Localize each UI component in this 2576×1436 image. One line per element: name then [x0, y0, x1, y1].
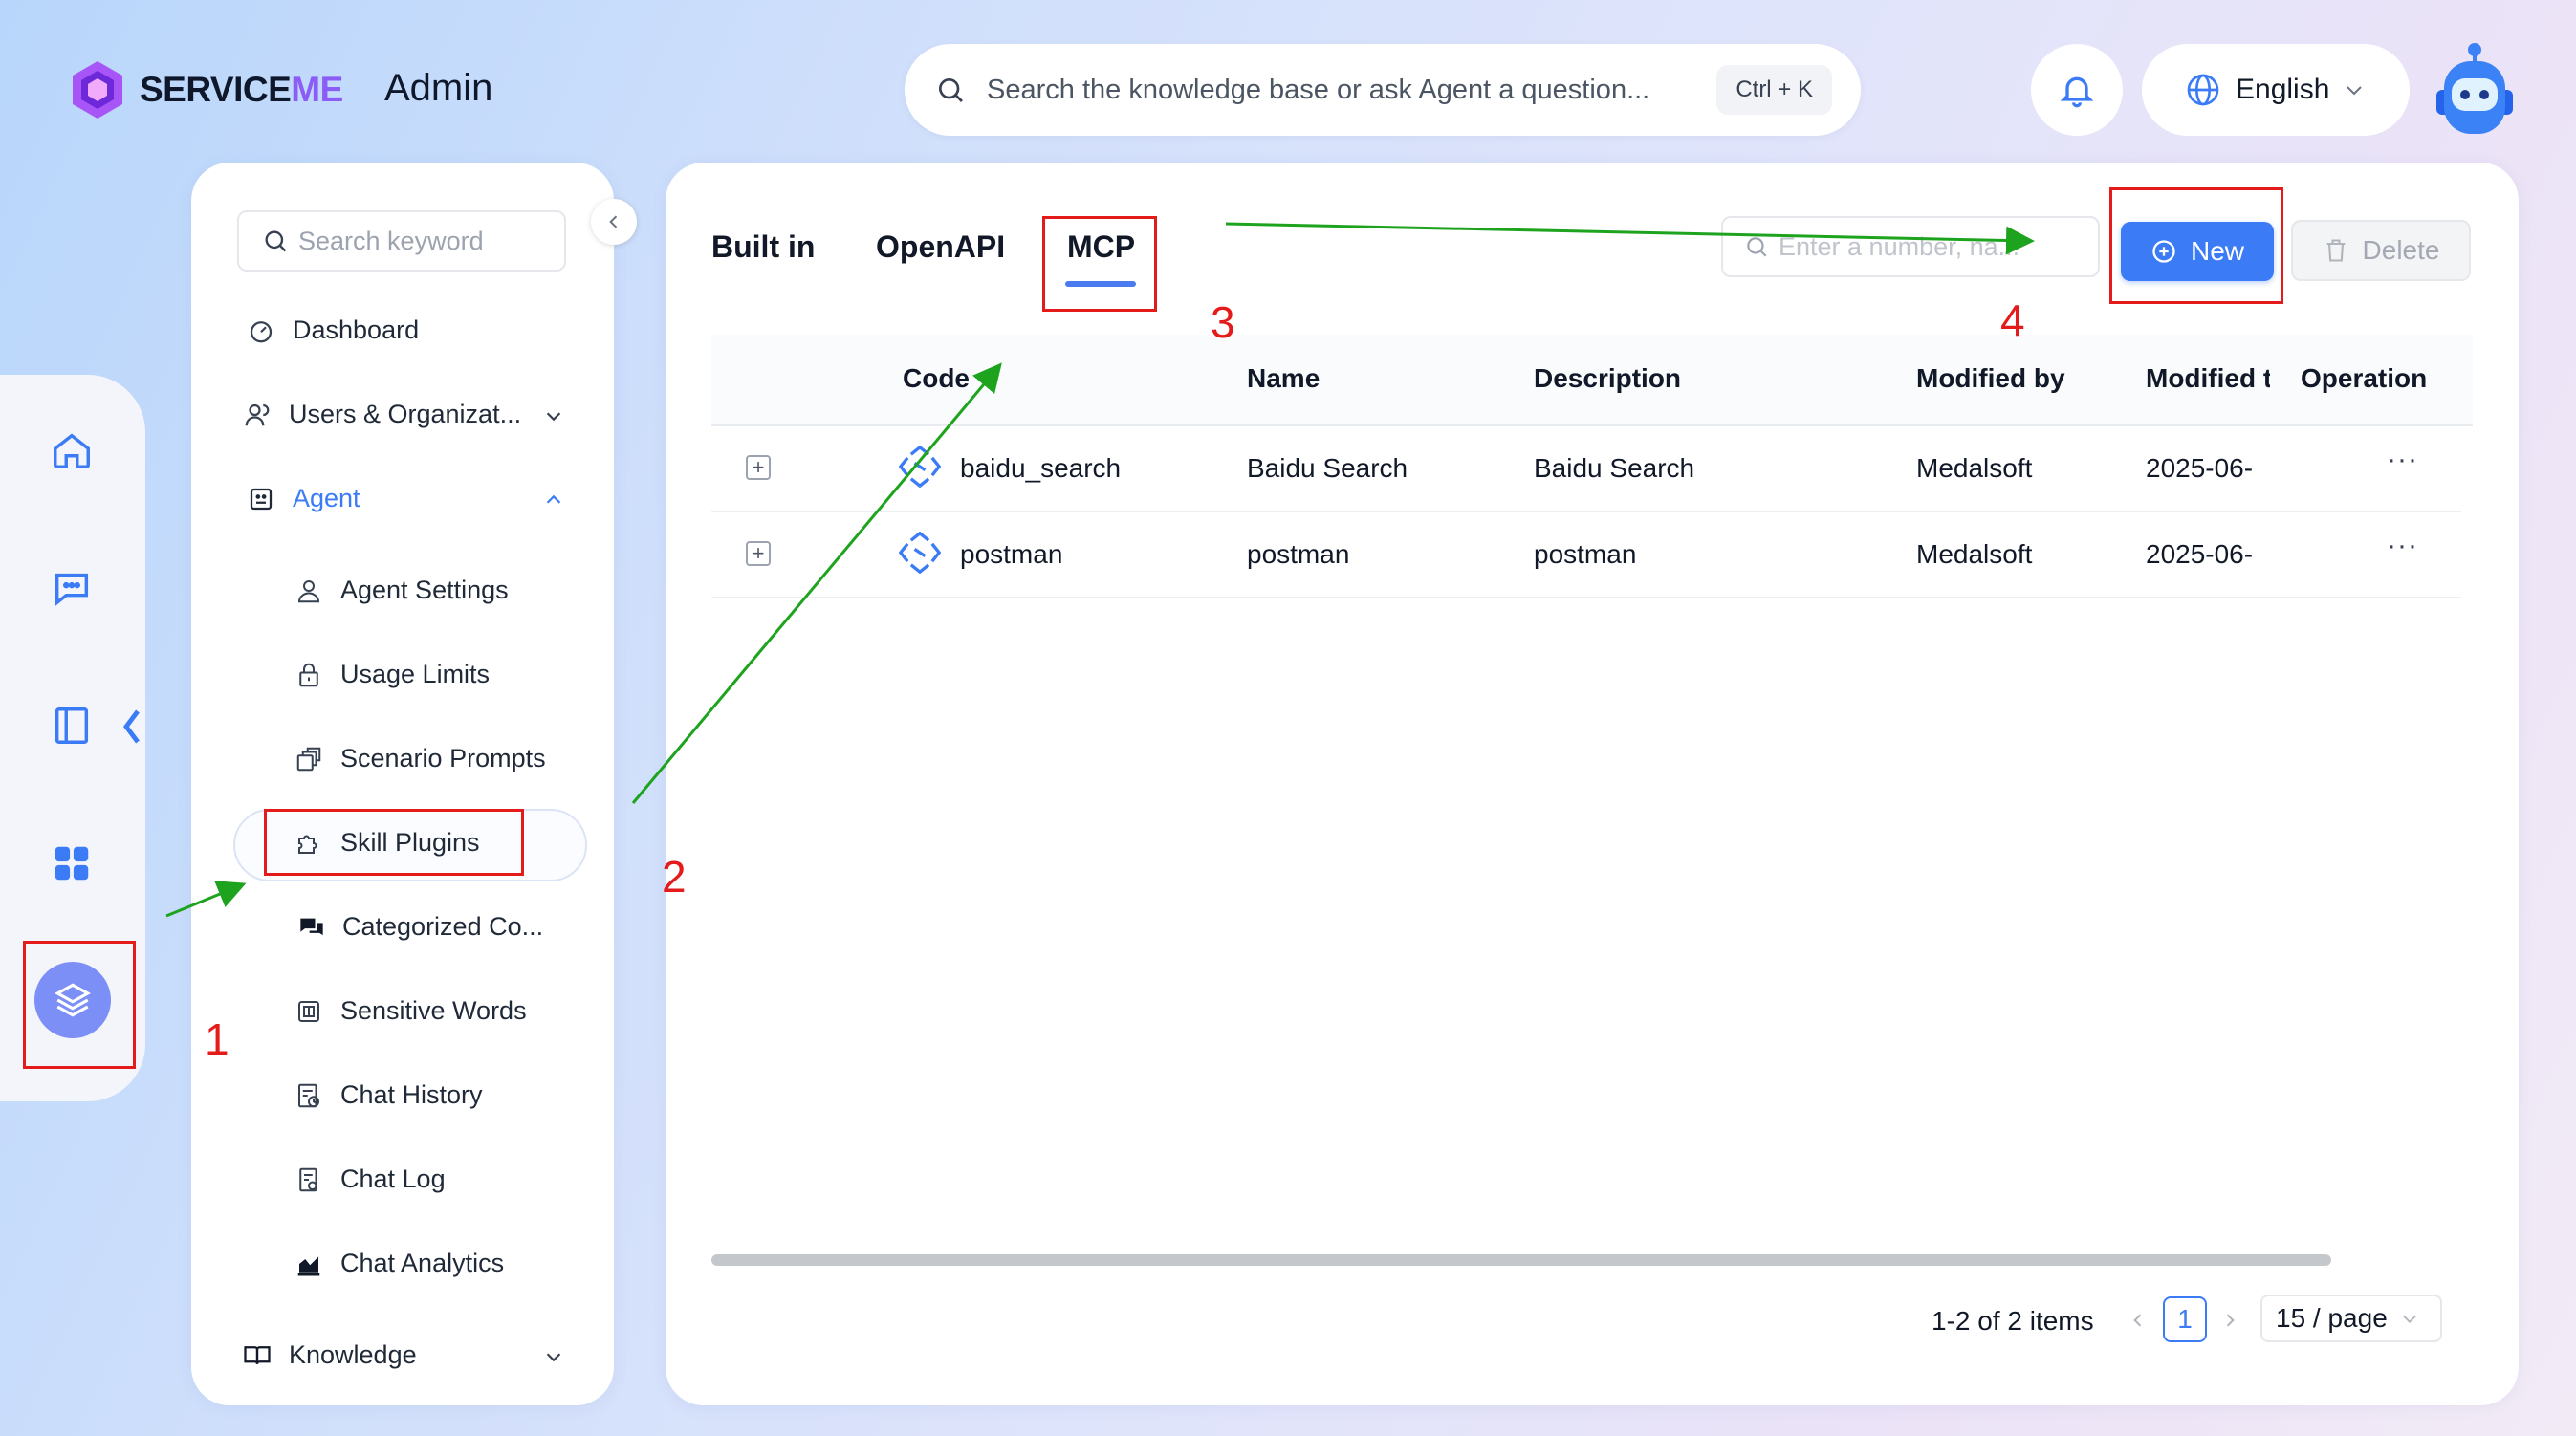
annotation-arrows [165, 222, 2035, 918]
arrow-2 [631, 362, 1002, 804]
arrow-1 [165, 881, 247, 918]
arrow-3 [1225, 222, 2035, 255]
